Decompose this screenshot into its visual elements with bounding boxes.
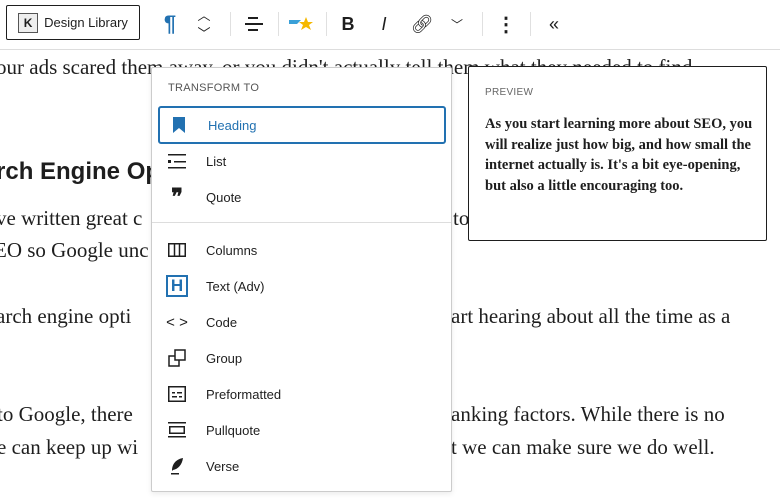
divider: [482, 12, 483, 36]
verse-icon: [166, 457, 188, 475]
paragraph-line-right[interactable]: t we can make sure we do well.: [451, 435, 715, 460]
group-icon: [166, 349, 188, 367]
move-down-icon[interactable]: ﹀: [192, 22, 216, 42]
transform-item-pullquote[interactable]: Pullquote: [158, 411, 446, 449]
divider: [230, 12, 231, 36]
pullquote-icon: [166, 422, 188, 438]
more-formats-chevron-icon[interactable]: ﹀: [446, 8, 468, 40]
move-up-icon[interactable]: ︿: [192, 4, 216, 24]
paragraph-line[interactable]: ve written great c: [0, 206, 142, 231]
item-label: Group: [206, 350, 243, 366]
paragraph-line-right[interactable]: anking factors. While there is no: [451, 402, 725, 427]
item-label: Text (Adv): [206, 278, 265, 294]
paragraph-line[interactable]: EO so Google unc: [0, 238, 149, 263]
block-toolbar: K Design Library ¶ ︿ ﹀ B I 🔗︎ ﹀ ⋮ «: [0, 0, 780, 50]
code-icon: < >: [166, 313, 188, 331]
columns-icon: [166, 243, 188, 257]
paragraph-line[interactable]: arch engine opti: [0, 304, 131, 329]
paragraph-line-right[interactable]: art hearing about all the time as a: [451, 304, 730, 329]
item-label: Pullquote: [206, 422, 261, 438]
quote-icon: ❞: [171, 184, 183, 209]
transform-title: TRANSFORM TO: [168, 82, 260, 94]
transform-item-code[interactable]: < > Code: [158, 303, 446, 341]
design-library-icon: K: [18, 12, 39, 33]
transform-item-text-adv[interactable]: H Text (Adv): [158, 267, 446, 305]
divider: [152, 222, 451, 223]
paragraph-line[interactable]: e can keep up wi: [0, 435, 138, 460]
preview-body: As you start learning more about SEO, yo…: [485, 116, 753, 194]
item-label: Preformatted: [206, 386, 282, 402]
transform-item-quote[interactable]: ❞ Quote: [158, 178, 446, 216]
divider: [530, 12, 531, 36]
transform-item-heading[interactable]: Heading: [158, 106, 446, 144]
transform-item-group[interactable]: Group: [158, 339, 446, 377]
preview-panel: PREVIEW As you start learning more about…: [468, 66, 767, 241]
paragraph-line-right[interactable]: to: [453, 206, 469, 231]
collapse-icon[interactable]: «: [542, 8, 566, 40]
transform-item-verse[interactable]: Verse: [158, 447, 446, 485]
item-label: Columns: [206, 242, 258, 258]
text-adv-icon: H: [166, 275, 188, 297]
item-label: Verse: [206, 458, 240, 474]
link-icon[interactable]: 🔗︎: [408, 8, 436, 40]
item-label: List: [206, 153, 227, 169]
paragraph-line[interactable]: to Google, there: [0, 402, 133, 427]
transform-item-preformatted[interactable]: Preformatted: [158, 375, 446, 413]
design-library-button[interactable]: K Design Library: [6, 5, 140, 40]
divider: [278, 12, 279, 36]
highlight-star-icon[interactable]: [286, 8, 316, 40]
item-label: Code: [206, 314, 238, 330]
transform-item-list[interactable]: List: [158, 142, 446, 180]
options-icon[interactable]: ⋮: [494, 8, 518, 40]
preformatted-icon: [166, 386, 188, 402]
italic-icon[interactable]: I: [372, 8, 396, 40]
preview-title: PREVIEW: [485, 87, 534, 98]
bookmark-icon: [168, 117, 190, 133]
transform-item-columns[interactable]: Columns: [158, 231, 446, 269]
item-label: Heading: [208, 117, 257, 133]
transform-menu: TRANSFORM TO Heading List ❞ Quote Column…: [151, 67, 452, 492]
bold-icon[interactable]: B: [336, 8, 360, 40]
design-library-label: Design Library: [44, 15, 128, 30]
align-icon[interactable]: [240, 8, 268, 40]
heading-line[interactable]: rch Engine Op: [0, 158, 160, 186]
paragraph-icon[interactable]: ¶: [156, 8, 184, 40]
divider: [326, 12, 327, 36]
item-label: Quote: [206, 189, 242, 205]
list-icon: [166, 153, 188, 169]
